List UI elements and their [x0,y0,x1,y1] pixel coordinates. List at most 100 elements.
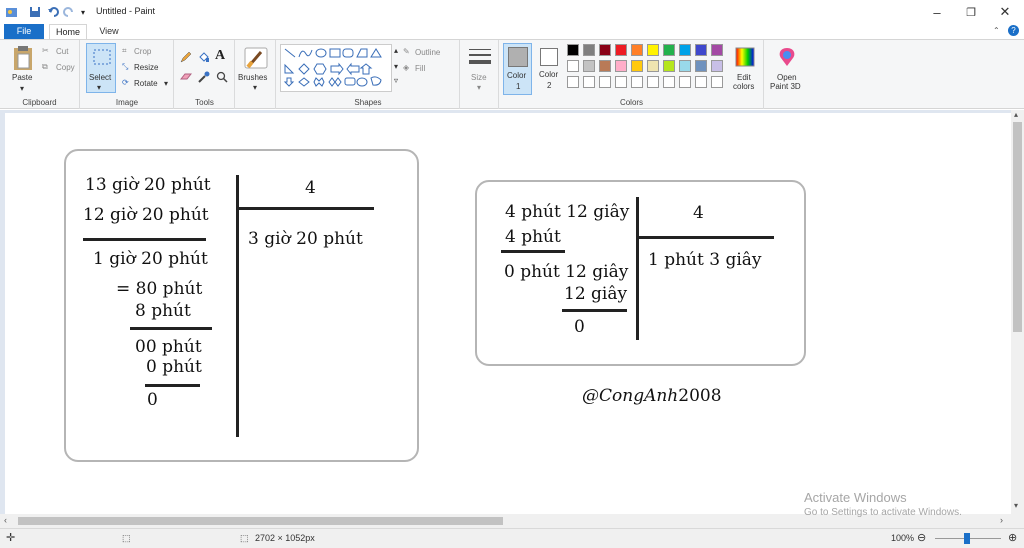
palette-swatch[interactable] [711,44,723,56]
crop-icon[interactable]: ⌗ [122,46,127,56]
color2-button[interactable]: Color 2 [536,43,564,95]
fill-bucket-icon[interactable] [197,50,211,64]
rotate-dropdown-icon[interactable]: ▾ [164,79,168,88]
shapes-scroll-down-icon[interactable]: ▾ [394,62,398,71]
select-button[interactable]: Select ▾ [86,43,116,93]
palette-swatch[interactable] [679,44,691,56]
minimize-button[interactable]: – [922,2,952,22]
palette-swatch[interactable] [631,44,643,56]
palette-swatch[interactable] [599,44,611,56]
right-subtrahend-1: 4 phút [505,227,561,247]
palette-swatch[interactable] [647,44,659,56]
palette-swatch[interactable] [647,60,659,72]
help-icon[interactable]: ? [1008,25,1019,36]
maximize-button[interactable]: ❐ [956,2,986,22]
palette-swatch[interactable] [615,60,627,72]
left-subtraction-line-1 [83,238,206,241]
palette-swatch[interactable] [695,76,707,88]
palette-swatch[interactable] [695,44,707,56]
zoom-slider-thumb[interactable] [964,533,970,544]
palette-swatch[interactable] [567,60,579,72]
edit-colors-icon[interactable] [734,46,756,68]
cut-icon[interactable]: ✂ [42,46,49,55]
brushes-dropdown-icon[interactable]: ▾ [253,83,257,92]
close-button[interactable]: ✕ [990,2,1020,22]
palette-swatch[interactable] [567,76,579,88]
fill-icon[interactable]: ◈ [403,63,409,72]
tab-home[interactable]: Home [49,24,87,39]
vertical-scrollbar[interactable]: ▴ ▾ [1011,110,1024,514]
tools-group: A Tools [175,40,235,109]
undo-icon[interactable] [46,4,60,20]
shapes-gallery[interactable] [280,44,392,92]
text-tool-icon[interactable]: A [215,48,225,64]
palette-swatch[interactable] [647,76,659,88]
redo-icon[interactable] [62,4,76,20]
scroll-left-icon[interactable]: ‹ [4,515,7,525]
palette-swatch[interactable] [599,60,611,72]
palette-swatch[interactable] [695,60,707,72]
zoom-out-button[interactable]: ⊖ [917,531,926,544]
tab-view[interactable]: View [92,24,126,39]
cut-button[interactable]: Cut [56,47,68,56]
copy-button[interactable]: Copy [56,63,75,72]
outline-icon[interactable]: ✎ [403,47,410,56]
scroll-down-icon[interactable]: ▾ [1014,501,1018,510]
paint3d-label-2[interactable]: Paint 3D [770,82,801,91]
palette-swatch[interactable] [583,76,595,88]
palette-swatch[interactable] [711,76,723,88]
palette-swatch[interactable] [583,60,595,72]
edit-colors-label-1[interactable]: Edit [737,73,751,82]
shapes-expand-icon[interactable]: ▿ [394,76,398,85]
rotate-icon[interactable]: ⟳ [122,78,129,87]
palette-swatch[interactable] [583,44,595,56]
color-picker-icon[interactable] [197,70,211,84]
paint3d-icon[interactable] [775,45,799,69]
palette-swatch[interactable] [711,60,723,72]
palette-swatch[interactable] [567,44,579,56]
rotate-button[interactable]: Rotate [134,79,158,88]
resize-button[interactable]: Resize [134,63,158,72]
tab-file[interactable]: File [4,24,44,39]
palette-swatch[interactable] [663,44,675,56]
title-bar: ▾ Untitled - Paint – ❐ ✕ [0,0,1024,24]
zoom-in-button[interactable]: ⊕ [1008,531,1017,544]
shapes-scroll-up-icon[interactable]: ▴ [394,46,398,55]
vertical-scroll-thumb[interactable] [1013,122,1022,332]
palette-swatch[interactable] [615,44,627,56]
resize-icon[interactable]: ⤡ [122,62,128,72]
magnifier-icon[interactable] [215,70,229,84]
pencil-icon[interactable] [179,50,193,64]
palette-swatch[interactable] [679,76,691,88]
drawing-canvas[interactable]: 13 giờ 20 phút 12 giờ 20 phút 1 giờ 20 p… [5,113,1011,514]
edit-colors-label-2[interactable]: colors [733,82,754,91]
size-dropdown-icon[interactable]: ▾ [477,83,481,92]
scroll-up-icon[interactable]: ▴ [1014,110,1018,119]
scroll-right-icon[interactable]: › [1000,515,1003,525]
outline-button[interactable]: Outline [415,48,440,57]
brushes-icon[interactable] [242,45,270,71]
crop-button[interactable]: Crop [134,47,151,56]
save-icon[interactable] [28,4,42,20]
palette-swatch[interactable] [599,76,611,88]
paste-dropdown-icon[interactable]: ▾ [20,84,24,93]
size-icon[interactable] [467,46,493,68]
palette-swatch[interactable] [631,76,643,88]
copy-icon[interactable]: ⧉ [42,62,48,72]
paste-label[interactable]: Paste [12,73,32,82]
paste-icon[interactable] [10,44,36,72]
customize-quick-access-icon[interactable]: ▾ [78,4,88,20]
color1-button[interactable]: Color 1 [503,43,532,95]
size-label[interactable]: Size [471,73,487,82]
palette-swatch[interactable] [663,76,675,88]
collapse-ribbon-icon[interactable]: ⌃ [993,26,1000,35]
paint3d-label-1[interactable]: Open [777,73,797,82]
palette-swatch[interactable] [663,60,675,72]
horizontal-scroll-thumb[interactable] [18,517,503,525]
palette-swatch[interactable] [679,60,691,72]
fill-button[interactable]: Fill [415,64,425,73]
eraser-icon[interactable] [179,70,193,84]
palette-swatch[interactable] [631,60,643,72]
brushes-label[interactable]: Brushes [238,73,267,82]
palette-swatch[interactable] [615,76,627,88]
